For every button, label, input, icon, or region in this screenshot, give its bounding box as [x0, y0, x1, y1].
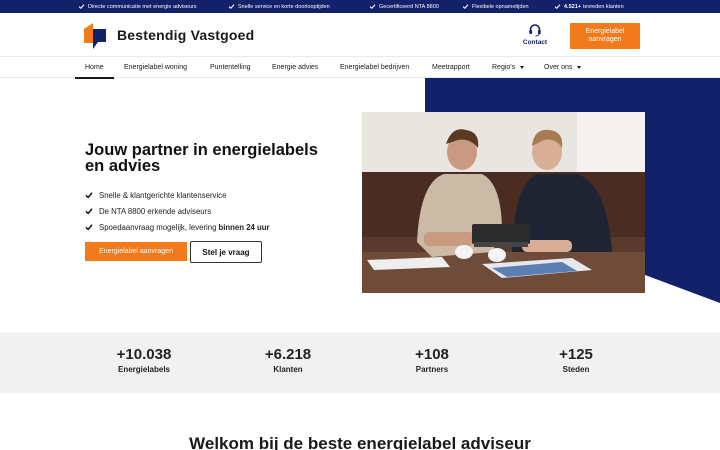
cta-line-1: Energielabel: [585, 28, 625, 35]
topbar-item-certified: Gecertificeerd NTA 8800: [369, 0, 439, 13]
check-icon: [228, 4, 235, 10]
topbar-item-text: Gecertificeerd NTA 8800: [379, 3, 439, 10]
stat-value: +108: [415, 346, 449, 363]
site-header: Bestendig Vastgoed Contact Energielabel a…: [0, 13, 720, 56]
stat-label: Energielabels: [117, 365, 171, 374]
nav-item-puntentelling[interactable]: Puntentelling: [210, 57, 250, 78]
cta-line-2: aanvragen: [588, 36, 622, 43]
stat-value: +125: [559, 346, 593, 363]
stat-value: +10.038: [116, 346, 172, 363]
hero-title: Jouw partner in energielabels en advies: [85, 141, 318, 175]
stat-label: Steden: [562, 365, 590, 374]
topbar-item-service: Snelle service en korte doorlooptijden: [228, 0, 330, 13]
hero-photo: [362, 112, 645, 293]
nav-item-regios[interactable]: Regio's: [492, 57, 525, 78]
ask-question-button[interactable]: Stel je vraag: [190, 241, 262, 263]
brand-name[interactable]: Bestendig Vastgoed: [117, 27, 254, 43]
check-icon: [85, 224, 93, 231]
list-item: Snelle & klantgerichte klantenservice: [85, 187, 270, 203]
bullet-text: Spoedaanvraag mogelijk, levering: [99, 222, 217, 232]
welcome-heading: Welkom bij de beste energielabel adviseu…: [189, 434, 531, 450]
bullet-text: Snelle & klantgerichte klantenservice: [99, 190, 227, 200]
stat-energielabels: +10.038 Energielabels: [84, 346, 204, 374]
stat-klanten: +6.218 Klanten: [228, 346, 348, 374]
request-label-header-button[interactable]: Energielabel aanvragen: [570, 23, 640, 49]
chevron-down-icon: [520, 66, 525, 69]
nav-item-energielabel-woning[interactable]: Energielabel woning: [124, 57, 187, 78]
check-icon: [78, 4, 85, 10]
stat-value: +6.218: [264, 346, 312, 363]
topbar-item-text: Snelle service en korte doorlooptijden: [238, 3, 330, 10]
topbar-item-text: Directe communicatie met energie adviseu…: [88, 3, 197, 10]
bullet-emphasis: binnen 24 uur: [218, 222, 270, 232]
topbar-item-customers: 4.521+ tevreden klanten: [554, 0, 624, 13]
headset-icon: [529, 24, 541, 37]
nav-item-over-ons[interactable]: Over ons: [544, 57, 582, 78]
bullet-text: De NTA 8800 erkende adviseurs: [99, 206, 212, 216]
list-item: Spoedaanvraag mogelijk, levering binnen …: [85, 219, 270, 235]
contact-link[interactable]: Contact: [519, 23, 551, 46]
stats-section: +10.038 Energielabels +6.218 Klanten +10…: [0, 333, 720, 393]
topbar-item-text: Flexibele opnametijden: [472, 3, 529, 10]
nav-item-meetrapport[interactable]: Meetrapport: [432, 57, 470, 78]
chevron-down-icon: [577, 66, 582, 69]
nav-label: Home: [85, 64, 104, 71]
nav-label: Meetrapport: [432, 64, 470, 71]
stat-label: Klanten: [273, 365, 303, 374]
check-icon: [85, 208, 93, 215]
list-item: De NTA 8800 erkende adviseurs: [85, 203, 270, 219]
nav-label: Energielabel woning: [124, 64, 188, 71]
nav-item-energielabel-bedrijven[interactable]: Energielabel bedrijven: [340, 57, 409, 78]
nav-label: Over ons: [544, 64, 573, 71]
topbar-customers-count: 4.521+: [564, 3, 581, 10]
hero-bullet-list: Snelle & klantgerichte klantenservice De…: [85, 187, 270, 235]
nav-label: Puntentelling: [210, 64, 251, 71]
topbar-item-text: tevreden klanten: [582, 3, 624, 10]
stat-partners: +108 Partners: [372, 346, 492, 374]
logo-icon[interactable]: [80, 23, 108, 49]
request-label-button[interactable]: Energielabel aanvragen: [85, 242, 187, 261]
check-icon: [554, 4, 561, 10]
check-icon: [369, 4, 376, 10]
nav-label: Energielabel bedrijven: [340, 64, 410, 71]
topbar-item-communication: Directe communicatie met energie adviseu…: [78, 0, 197, 13]
contact-label: Contact: [522, 39, 548, 46]
main-nav: Home Energielabel woning Puntentelling E…: [0, 56, 720, 79]
nav-item-energie-advies[interactable]: Energie advies: [272, 57, 318, 78]
nav-item-home[interactable]: Home: [75, 57, 114, 79]
stat-steden: +125 Steden: [516, 346, 636, 374]
nav-label: Regio's: [492, 64, 516, 71]
top-info-bar: Directe communicatie met energie adviseu…: [0, 0, 720, 13]
topbar-item-flexible: Flexibele opnametijden: [462, 0, 529, 13]
check-icon: [462, 4, 469, 10]
stat-label: Partners: [415, 365, 449, 374]
check-icon: [85, 192, 93, 199]
nav-label: Energie advies: [272, 64, 319, 71]
